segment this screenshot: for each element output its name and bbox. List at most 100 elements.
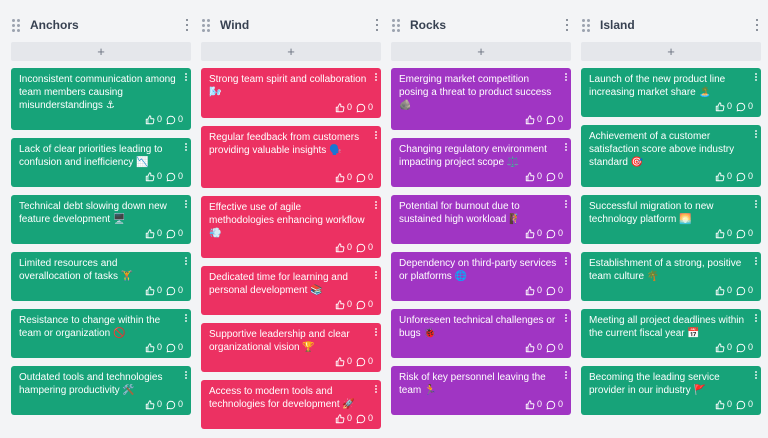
comment-icon[interactable] <box>546 172 556 182</box>
comment-icon[interactable] <box>356 300 366 310</box>
retro-card[interactable]: Dedicated time for learning and personal… <box>201 266 381 315</box>
card-menu-icon[interactable] <box>184 200 187 208</box>
retro-card[interactable]: Establishment of a strong, positive team… <box>581 252 761 301</box>
card-menu-icon[interactable] <box>754 314 757 322</box>
retro-card[interactable]: Inconsistent communication among team me… <box>11 68 191 130</box>
comment-icon[interactable] <box>166 400 176 410</box>
card-menu-icon[interactable] <box>754 200 757 208</box>
card-menu-icon[interactable] <box>754 371 757 379</box>
card-menu-icon[interactable] <box>754 73 757 81</box>
thumbs-up-icon[interactable] <box>715 228 725 239</box>
card-menu-icon[interactable] <box>374 328 377 336</box>
thumbs-up-icon[interactable] <box>335 172 345 183</box>
retro-card[interactable]: Changing regulatory environment impactin… <box>391 138 571 187</box>
comment-icon[interactable] <box>166 229 176 239</box>
retro-card[interactable]: Risk of key personnel leaving the team 🏃… <box>391 366 571 415</box>
retro-card[interactable]: Regular feedback from customers providin… <box>201 126 381 188</box>
card-menu-icon[interactable] <box>374 131 377 139</box>
card-menu-icon[interactable] <box>564 371 567 379</box>
retro-card[interactable]: Supportive leadership and clear organiza… <box>201 323 381 372</box>
comment-icon[interactable] <box>356 414 366 424</box>
comment-icon[interactable] <box>736 229 746 239</box>
comment-icon[interactable] <box>166 172 176 182</box>
comment-icon[interactable] <box>736 286 746 296</box>
column-menu-icon[interactable] <box>755 19 759 31</box>
comment-icon[interactable] <box>356 243 366 253</box>
thumbs-up-icon[interactable] <box>145 228 155 239</box>
comment-icon[interactable] <box>166 286 176 296</box>
add-card-button[interactable]: + <box>581 42 761 61</box>
card-menu-icon[interactable] <box>374 385 377 393</box>
column-menu-icon[interactable] <box>185 19 189 31</box>
comment-icon[interactable] <box>546 115 556 125</box>
drag-handle-icon[interactable] <box>202 18 212 32</box>
thumbs-up-icon[interactable] <box>525 114 535 125</box>
retro-card[interactable]: Launch of the new product line increasin… <box>581 68 761 117</box>
thumbs-up-icon[interactable] <box>335 102 345 113</box>
retro-card[interactable]: Limited resources and overallocation of … <box>11 252 191 301</box>
thumbs-up-icon[interactable] <box>335 356 345 367</box>
card-menu-icon[interactable] <box>374 73 377 81</box>
comment-icon[interactable] <box>356 103 366 113</box>
card-menu-icon[interactable] <box>754 257 757 265</box>
card-menu-icon[interactable] <box>754 130 757 138</box>
retro-card[interactable]: Meeting all project deadlines within the… <box>581 309 761 358</box>
thumbs-up-icon[interactable] <box>715 285 725 296</box>
card-menu-icon[interactable] <box>564 314 567 322</box>
comment-icon[interactable] <box>546 343 556 353</box>
drag-handle-icon[interactable] <box>12 18 22 32</box>
retro-card[interactable]: Dependency on third-party services or pl… <box>391 252 571 301</box>
comment-icon[interactable] <box>166 115 176 125</box>
retro-card[interactable]: Lack of clear priorities leading to conf… <box>11 138 191 187</box>
thumbs-up-icon[interactable] <box>715 171 725 182</box>
thumbs-up-icon[interactable] <box>335 413 345 424</box>
retro-card[interactable]: Outdated tools and technologies hamperin… <box>11 366 191 415</box>
comment-icon[interactable] <box>166 343 176 353</box>
comment-icon[interactable] <box>546 400 556 410</box>
comment-icon[interactable] <box>546 229 556 239</box>
add-card-button[interactable]: + <box>11 42 191 61</box>
drag-handle-icon[interactable] <box>582 18 592 32</box>
thumbs-up-icon[interactable] <box>525 228 535 239</box>
retro-card[interactable]: Access to modern tools and technologies … <box>201 380 381 429</box>
retro-card[interactable]: Technical debt slowing down new feature … <box>11 195 191 244</box>
card-menu-icon[interactable] <box>184 143 187 151</box>
thumbs-up-icon[interactable] <box>335 299 345 310</box>
add-card-button[interactable]: + <box>391 42 571 61</box>
thumbs-up-icon[interactable] <box>145 285 155 296</box>
thumbs-up-icon[interactable] <box>715 399 725 410</box>
comment-icon[interactable] <box>736 172 746 182</box>
retro-card[interactable]: Emerging market competition posing a thr… <box>391 68 571 130</box>
card-menu-icon[interactable] <box>564 200 567 208</box>
thumbs-up-icon[interactable] <box>145 342 155 353</box>
thumbs-up-icon[interactable] <box>525 399 535 410</box>
column-menu-icon[interactable] <box>375 19 379 31</box>
retro-card[interactable]: Achievement of a customer satisfaction s… <box>581 125 761 187</box>
comment-icon[interactable] <box>736 400 746 410</box>
card-menu-icon[interactable] <box>564 257 567 265</box>
thumbs-up-icon[interactable] <box>525 342 535 353</box>
thumbs-up-icon[interactable] <box>145 171 155 182</box>
thumbs-up-icon[interactable] <box>335 242 345 253</box>
card-menu-icon[interactable] <box>184 257 187 265</box>
thumbs-up-icon[interactable] <box>145 114 155 125</box>
thumbs-up-icon[interactable] <box>525 285 535 296</box>
card-menu-icon[interactable] <box>184 371 187 379</box>
retro-card[interactable]: Successful migration to new technology p… <box>581 195 761 244</box>
thumbs-up-icon[interactable] <box>715 101 725 112</box>
comment-icon[interactable] <box>736 343 746 353</box>
drag-handle-icon[interactable] <box>392 18 402 32</box>
retro-card[interactable]: Potential for burnout due to sustained h… <box>391 195 571 244</box>
retro-card[interactable]: Strong team spirit and collaboration 🌬️ … <box>201 68 381 118</box>
add-card-button[interactable]: + <box>201 42 381 61</box>
retro-card[interactable]: Unforeseen technical challenges or bugs … <box>391 309 571 358</box>
retro-card[interactable]: Effective use of agile methodologies enh… <box>201 196 381 258</box>
card-menu-icon[interactable] <box>374 201 377 209</box>
retro-card[interactable]: Resistance to change within the team or … <box>11 309 191 358</box>
comment-icon[interactable] <box>356 357 366 367</box>
card-menu-icon[interactable] <box>184 73 187 81</box>
card-menu-icon[interactable] <box>184 314 187 322</box>
card-menu-icon[interactable] <box>564 73 567 81</box>
comment-icon[interactable] <box>356 173 366 183</box>
thumbs-up-icon[interactable] <box>145 399 155 410</box>
